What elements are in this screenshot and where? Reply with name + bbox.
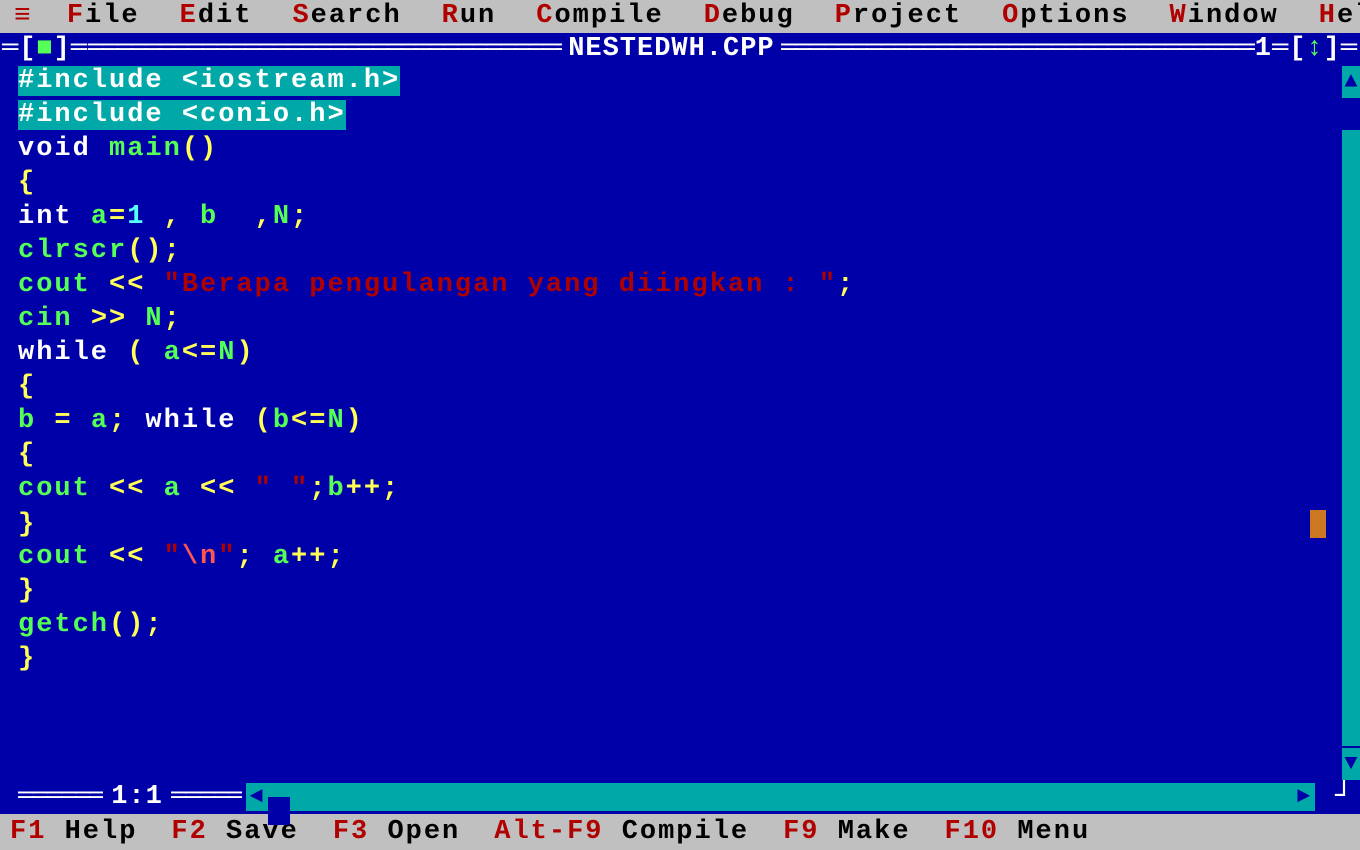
code-line[interactable]: }: [18, 646, 1342, 680]
resize-corner-icon[interactable]: ┘: [1335, 782, 1360, 812]
menu-search[interactable]: Search: [292, 3, 401, 30]
code-line[interactable]: b = a; while (b<=N): [18, 408, 1342, 442]
statusbar: F1 Help F2 Save F3 Open Alt-F9 Compile F…: [0, 814, 1360, 850]
code-editor[interactable]: #include <iostream.h>#include <conio.h>v…: [18, 66, 1342, 780]
menu-run[interactable]: Run: [442, 3, 497, 30]
vscroll-thumb[interactable]: [1342, 100, 1360, 130]
pos-dashes-left: ══════: [18, 784, 103, 811]
text-caret: [1310, 510, 1326, 538]
scroll-up-icon[interactable]: ▲: [1342, 66, 1360, 98]
code-line[interactable]: #include <iostream.h>: [18, 68, 1342, 102]
code-line[interactable]: cin >> N;: [18, 306, 1342, 340]
code-line[interactable]: cout << "Berapa pengulangan yang diingka…: [18, 272, 1342, 306]
menu-file[interactable]: File: [67, 3, 140, 30]
code-line[interactable]: int a=1 , b ,N;: [18, 204, 1342, 238]
code-line[interactable]: {: [18, 170, 1342, 204]
menu-compile[interactable]: Compile: [536, 3, 663, 30]
cursor-position: 1:1: [103, 784, 171, 811]
scroll-right-icon[interactable]: ►: [1293, 786, 1315, 808]
code-line[interactable]: while ( a<=N): [18, 340, 1342, 374]
code-line[interactable]: #include <conio.h>: [18, 102, 1342, 136]
scroll-left-icon[interactable]: ◄: [246, 786, 268, 808]
code-line[interactable]: {: [18, 374, 1342, 408]
code-line[interactable]: getch();: [18, 612, 1342, 646]
titlebar-dashes-left: ════════════════════════════════════════…: [88, 36, 562, 63]
status-help[interactable]: F1 Help: [10, 819, 137, 846]
status-open[interactable]: F3 Open: [333, 819, 460, 846]
menu-help[interactable]: Help: [1319, 3, 1360, 30]
menu-edit[interactable]: Edit: [180, 3, 253, 30]
titlebar-dashes-right: ════════════════════════════════════════…: [781, 36, 1255, 63]
hscroll-thumb[interactable]: [268, 797, 290, 825]
scroll-down-icon[interactable]: ▼: [1342, 748, 1360, 780]
vertical-scrollbar[interactable]: ▲ ▼: [1342, 66, 1360, 780]
code-line[interactable]: cout << "\n"; a++;: [18, 544, 1342, 578]
code-line[interactable]: }: [18, 510, 1342, 544]
close-button[interactable]: ═[■]═: [2, 36, 88, 63]
code-line[interactable]: cout << a << " ";b++;: [18, 476, 1342, 510]
system-menu-icon[interactable]: ≡: [14, 3, 31, 31]
window-titlebar: ═[■]═ ══════════════════════════════════…: [0, 33, 1360, 66]
menu-window[interactable]: Window: [1170, 3, 1279, 30]
code-line[interactable]: void main(): [18, 136, 1342, 170]
code-line[interactable]: {: [18, 442, 1342, 476]
code-line[interactable]: clrscr();: [18, 238, 1342, 272]
status-compile[interactable]: Alt-F9 Compile: [494, 819, 749, 846]
menu-debug[interactable]: Debug: [704, 3, 795, 30]
zoom-button[interactable]: 1═[↕]═: [1255, 36, 1358, 63]
status-make[interactable]: F9 Make: [783, 819, 910, 846]
window-title: NESTEDWH.CPP: [562, 36, 780, 63]
left-border: [0, 66, 18, 780]
vscroll-track[interactable]: [1342, 100, 1360, 746]
code-line[interactable]: }: [18, 578, 1342, 612]
horizontal-scrollbar[interactable]: ◄ ►: [246, 783, 1315, 811]
bottom-border: ══════ 1:1 ═════ ◄ ► ┘: [0, 780, 1360, 814]
menu-options[interactable]: Options: [1002, 3, 1129, 30]
status-menu[interactable]: F10 Menu: [945, 819, 1091, 846]
menubar: ≡ File Edit Search Run Compile Debug Pro…: [0, 0, 1360, 33]
menu-project[interactable]: Project: [835, 3, 962, 30]
pos-dashes-mid: ═════: [171, 784, 242, 811]
